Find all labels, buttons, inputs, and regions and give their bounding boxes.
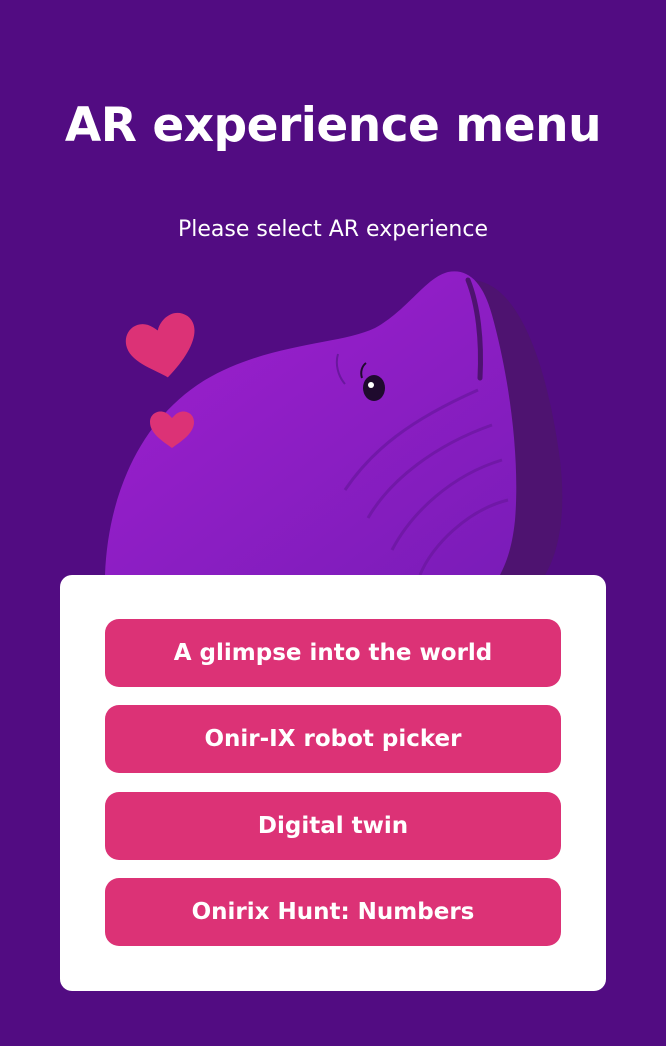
menu-button-hunt-numbers[interactable]: Onirix Hunt: Numbers [105, 878, 561, 946]
page-subtitle: Please select AR experience [177, 217, 488, 242]
heart-icon-large [125, 312, 195, 378]
menu-button-robot-picker[interactable]: Onir-IX robot picker [105, 705, 561, 773]
ar-menu-page: AR experience menu Please select AR expe… [0, 0, 666, 1046]
page-title: AR experience menu [64, 98, 602, 153]
whale-eye-highlight [368, 382, 374, 388]
menu-card: A glimpse into the world Onir-IX robot p… [60, 575, 606, 991]
whale-eye-icon [363, 375, 385, 401]
whale-illustration [105, 271, 563, 576]
menu-button-glimpse-world[interactable]: A glimpse into the world [105, 619, 561, 687]
menu-button-digital-twin[interactable]: Digital twin [105, 792, 561, 860]
